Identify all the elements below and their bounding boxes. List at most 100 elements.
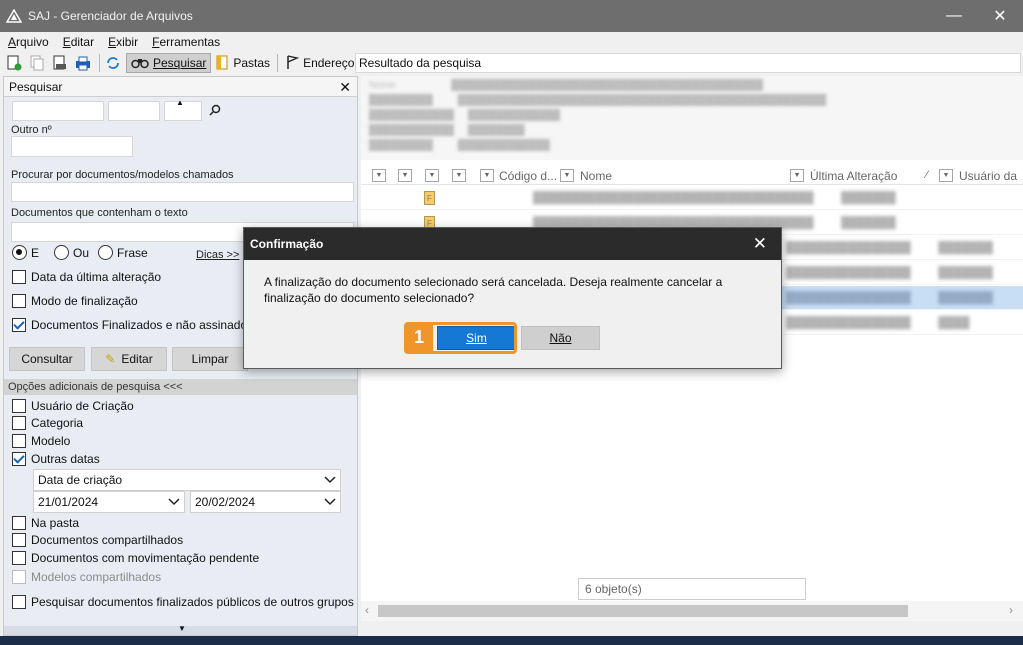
search-toggle-label: Pesquisar bbox=[153, 56, 207, 70]
search-toggle-button[interactable]: Pesquisar bbox=[126, 53, 212, 73]
info-row-blurred: ████████████ ████████ bbox=[369, 125, 525, 136]
menu-ferramentas[interactable]: Ferramentas bbox=[150, 35, 222, 49]
new-document-icon[interactable] bbox=[4, 54, 24, 72]
nao-button[interactable]: Não bbox=[521, 326, 600, 350]
check-categoria[interactable]: Categoria bbox=[12, 416, 83, 430]
date-to-select[interactable]: 20/02/2024 bbox=[190, 491, 341, 513]
column-filter-icon[interactable]: ▼ bbox=[398, 169, 412, 182]
column-filter-icon[interactable]: ▼ bbox=[372, 169, 386, 182]
column-filter-icon[interactable]: ▼ bbox=[452, 169, 466, 182]
check-data-alteracao[interactable]: Data da última alteração bbox=[12, 270, 161, 284]
check-label: Pesquisar documentos finalizados público… bbox=[31, 595, 354, 609]
checkbox-box bbox=[12, 399, 26, 413]
checkbox-box-checked bbox=[12, 318, 26, 332]
panel-scroll-down[interactable]: ▼ bbox=[4, 624, 357, 635]
date-type-select[interactable]: Data de criação bbox=[33, 469, 341, 491]
close-window-button[interactable]: ✕ bbox=[977, 0, 1023, 32]
checkbox-box bbox=[12, 533, 26, 547]
radio-e-circle bbox=[12, 245, 27, 260]
outro-numero-label: Outro nº bbox=[11, 124, 52, 136]
close-panel-icon[interactable]: ✕ bbox=[339, 79, 351, 96]
finalized-document-icon: F bbox=[424, 191, 435, 205]
procurar-input[interactable] bbox=[11, 182, 354, 202]
check-finalizados[interactable]: Documentos Finalizados e não assinados bbox=[12, 318, 253, 332]
radio-ou[interactable]: Ou bbox=[54, 245, 89, 260]
menu-exibir[interactable]: Exibir bbox=[106, 35, 140, 49]
date-from-select[interactable]: 21/01/2024 bbox=[33, 491, 185, 513]
dialog-title: Confirmação bbox=[250, 237, 324, 251]
check-outras-datas[interactable]: Outras datas bbox=[12, 452, 100, 466]
check-movimentacao[interactable]: Documentos com movimentação pendente bbox=[12, 551, 259, 565]
folders-button[interactable]: Pastas bbox=[211, 53, 274, 73]
number-input-part1[interactable] bbox=[12, 101, 104, 121]
radio-e[interactable]: E bbox=[12, 245, 39, 260]
check-label: Modelo bbox=[31, 434, 71, 448]
column-filter-icon[interactable]: ▼ bbox=[560, 169, 574, 182]
binoculars-icon bbox=[131, 55, 149, 72]
column-usuario[interactable]: Usuário da bbox=[959, 169, 1017, 183]
dialog-title-bar: Confirmação ✕ bbox=[244, 228, 781, 260]
check-publicos[interactable]: Pesquisar documentos finalizados público… bbox=[12, 595, 354, 609]
check-label: Modelos compartilhados bbox=[31, 570, 162, 584]
row-blurred-text: ████████████████████████████████████ ███… bbox=[533, 192, 896, 204]
radio-e-label: E bbox=[31, 245, 40, 260]
scrollbar-thumb[interactable] bbox=[378, 605, 908, 617]
date-to-value: 20/02/2024 bbox=[195, 495, 256, 509]
address-button[interactable]: Endereço bbox=[281, 53, 358, 73]
column-filter-icon[interactable]: ▼ bbox=[790, 169, 804, 182]
column-filter-icon[interactable]: ▼ bbox=[425, 169, 439, 182]
consultar-button[interactable]: Consultar bbox=[9, 347, 85, 371]
search-panel-title: Pesquisar bbox=[9, 79, 63, 94]
outro-numero-input[interactable] bbox=[11, 136, 133, 157]
column-nome[interactable]: Nome bbox=[580, 169, 612, 183]
row-blurred-text: ████████████████ ███████ bbox=[786, 292, 993, 304]
address-field[interactable]: Resultado da pesquisa bbox=[355, 53, 1021, 73]
nao-label: Não bbox=[549, 331, 572, 345]
opcoes-adicionais-header[interactable]: Opções adicionais de pesquisa <<< bbox=[4, 379, 357, 395]
editar-button[interactable]: ✎ Editar bbox=[91, 347, 167, 371]
check-label: Usuário de Criação bbox=[31, 399, 134, 413]
check-label: Data da última alteração bbox=[31, 270, 162, 284]
scroll-left-icon[interactable]: ‹ bbox=[365, 603, 369, 617]
scroll-down-icon: ▼ bbox=[178, 624, 186, 633]
limpar-button[interactable]: Limpar bbox=[172, 347, 248, 371]
checkbox-box bbox=[12, 551, 26, 565]
column-filter-icon[interactable]: ▼ bbox=[480, 169, 494, 182]
print-icon[interactable] bbox=[73, 54, 93, 72]
check-na-pasta[interactable]: Na pasta bbox=[12, 516, 79, 530]
radio-ou-label: Ou bbox=[73, 245, 90, 260]
column-filter-icon[interactable]: ▼ bbox=[939, 169, 953, 182]
check-modelo[interactable]: Modelo bbox=[12, 434, 70, 448]
table-row[interactable]: F ████████████████████████████████████ █… bbox=[361, 186, 1023, 210]
folder-icon bbox=[215, 54, 229, 73]
dialog-close-icon[interactable]: ✕ bbox=[753, 234, 767, 254]
date-from-value: 21/01/2024 bbox=[38, 495, 99, 509]
checkbox-box bbox=[12, 595, 26, 609]
minimize-button[interactable]: — bbox=[931, 0, 977, 32]
info-row-blurred: ████████████ █████████████ bbox=[369, 110, 561, 121]
checkbox-box bbox=[12, 434, 26, 448]
refresh-icon[interactable] bbox=[103, 54, 123, 72]
menu-editar[interactable]: Editar bbox=[61, 35, 96, 49]
check-modelos-compartilhados: Modelos compartilhados bbox=[12, 570, 161, 584]
search-lookup-icon[interactable] bbox=[209, 104, 221, 119]
dicas-link[interactable]: Dicas >> bbox=[196, 249, 239, 261]
column-codigo[interactable]: Código d... bbox=[499, 169, 557, 183]
copy-document-icon[interactable] bbox=[27, 54, 47, 72]
saj-logo-icon bbox=[5, 8, 23, 23]
check-modo-finalizacao[interactable]: Modo de finalização bbox=[12, 294, 138, 308]
check-label: Documentos compartilhados bbox=[31, 533, 184, 547]
menu-arquivo[interactable]: Arquivo bbox=[6, 35, 51, 49]
check-compartilhados[interactable]: Documentos compartilhados bbox=[12, 533, 183, 547]
toolbar-separator bbox=[99, 54, 100, 72]
scroll-right-icon[interactable]: › bbox=[1009, 603, 1013, 617]
column-ultima-alteracao[interactable]: Última Alteração bbox=[810, 169, 897, 183]
scroll-up-icon[interactable]: ▲ bbox=[176, 98, 184, 107]
check-usuario-criacao[interactable]: Usuário de Criação bbox=[12, 399, 134, 413]
radio-frase[interactable]: Frase bbox=[98, 245, 148, 260]
number-input-part2[interactable] bbox=[108, 101, 160, 121]
object-count-status: 6 objeto(s) bbox=[578, 578, 806, 600]
print-preview-icon[interactable] bbox=[50, 54, 70, 72]
horizontal-scrollbar[interactable]: ‹ › bbox=[361, 601, 1023, 621]
step-number-badge: 1 bbox=[405, 323, 433, 351]
